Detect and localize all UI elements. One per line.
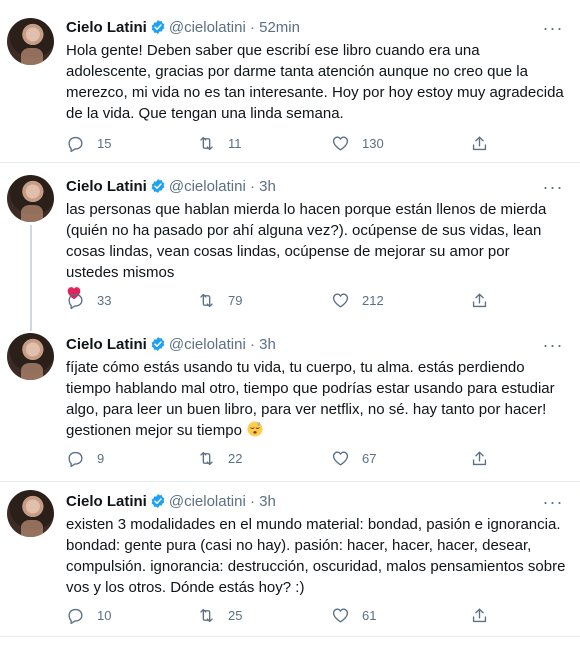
- reply-button[interactable]: 15: [66, 133, 111, 153]
- timestamp[interactable]: 3h: [259, 336, 276, 353]
- tweet-header: Cielo Latini @cielolatini · 3h: [66, 492, 276, 511]
- separator-dot: ·: [249, 19, 255, 36]
- reply-count: 9: [97, 450, 105, 466]
- display-name[interactable]: Cielo Latini: [66, 19, 147, 36]
- sleeping-face-icon: z: [247, 421, 263, 437]
- retweet-button[interactable]: 79: [197, 290, 242, 310]
- like-count: 130: [362, 135, 384, 151]
- tweet-feed: Cielo Latini @cielolatini · 52min ··· Hol…: [0, 0, 580, 647]
- user-handle[interactable]: @cielolatini: [169, 178, 246, 195]
- retweet-button[interactable]: 25: [197, 605, 242, 625]
- timestamp[interactable]: 3h: [259, 178, 276, 195]
- user-handle[interactable]: @cielolatini: [169, 19, 246, 36]
- heart-icon: [332, 607, 349, 623]
- heart-icon: [332, 135, 349, 151]
- tweet-text-content: existen 3 modalidades en el mundo materi…: [66, 516, 566, 596]
- retweet-icon: [200, 136, 213, 150]
- reply-icon: [68, 293, 83, 309]
- separator-dot: ·: [249, 336, 255, 353]
- timestamp[interactable]: 52min: [259, 19, 300, 36]
- heart-icon: [332, 450, 349, 466]
- reply-button[interactable]: 10: [66, 605, 111, 625]
- like-count: 67: [362, 450, 377, 466]
- verified-badge-icon: [151, 20, 165, 34]
- share-icon: [472, 135, 487, 150]
- tweet-text: existen 3 modalidades en el mundo materi…: [66, 514, 566, 598]
- tweet[interactable]: Cielo Latini @cielolatini · 52min ··· Hol…: [0, 0, 580, 163]
- avatar[interactable]: [7, 490, 54, 537]
- tweet[interactable]: Cielo Latini @cielolatini · 3h ··· existe…: [0, 482, 580, 637]
- tweet-header: Cielo Latini @cielolatini · 52min: [66, 18, 300, 37]
- reply-icon: [68, 136, 83, 152]
- tweet-header: Cielo Latini @cielolatini · 3h: [66, 177, 276, 196]
- share-icon: [472, 450, 487, 465]
- tweet-text: fíjate cómo estás usando tu vida, tu cue…: [66, 357, 566, 441]
- svg-text:z: z: [257, 421, 260, 427]
- share-icon: [472, 292, 487, 307]
- thread-line: [30, 225, 32, 323]
- retweet-icon: [200, 451, 213, 465]
- display-name[interactable]: Cielo Latini: [66, 178, 147, 195]
- tweet-header: Cielo Latini @cielolatini · 3h: [66, 335, 276, 354]
- like-button[interactable]: 67: [331, 448, 376, 468]
- timestamp[interactable]: 3h: [259, 493, 276, 510]
- like-count: 212: [362, 292, 384, 308]
- retweet-button[interactable]: 22: [197, 448, 242, 468]
- user-handle[interactable]: @cielolatini: [169, 336, 246, 353]
- reply-count: 33: [97, 292, 112, 308]
- like-button[interactable]: 61: [331, 605, 376, 625]
- tweet-actions: 33 79 212: [66, 290, 496, 310]
- separator-dot: ·: [249, 493, 255, 510]
- reply-icon: [68, 451, 83, 467]
- thread-line: [30, 323, 32, 331]
- avatar[interactable]: [7, 333, 54, 380]
- verified-badge-icon: [151, 337, 165, 351]
- like-count: 61: [362, 607, 377, 623]
- avatar[interactable]: [7, 175, 54, 222]
- tweet-actions: 10 25 61: [66, 605, 496, 625]
- tweet[interactable]: Cielo Latini @cielolatini · 3h ··· fíjate…: [0, 323, 580, 482]
- display-name[interactable]: Cielo Latini: [66, 336, 147, 353]
- retweet-count: 25: [228, 607, 243, 623]
- reply-icon: [68, 608, 83, 624]
- avatar[interactable]: [7, 18, 54, 65]
- tweet-actions: 9 22 67: [66, 448, 496, 468]
- retweet-count: 11: [228, 135, 242, 151]
- tweet-text: las personas que hablan mierda lo hacen …: [66, 199, 566, 304]
- share-button[interactable]: [470, 133, 489, 153]
- tweet-text: Hola gente! Deben saber que escribí ese …: [66, 40, 566, 124]
- retweet-icon: [200, 608, 213, 622]
- tweet[interactable]: Cielo Latini @cielolatini · 3h ··· las pe…: [0, 163, 580, 323]
- reply-count: 15: [97, 135, 112, 151]
- more-options-icon[interactable]: ···: [540, 178, 566, 201]
- tweet-text-content: fíjate cómo estás usando tu vida, tu cue…: [66, 359, 555, 439]
- retweet-count: 79: [228, 292, 243, 308]
- more-options-icon[interactable]: ···: [540, 336, 566, 359]
- tweet-actions: 15 11 130: [66, 133, 496, 153]
- separator-dot: ·: [249, 178, 255, 195]
- tweet-text-content: Hola gente! Deben saber que escribí ese …: [66, 42, 564, 122]
- retweet-button[interactable]: 11: [197, 133, 242, 153]
- share-button[interactable]: [470, 605, 489, 625]
- user-handle[interactable]: @cielolatini: [169, 493, 246, 510]
- retweet-count: 22: [228, 450, 243, 466]
- reply-button[interactable]: 9: [66, 448, 104, 468]
- verified-badge-icon: [151, 494, 165, 508]
- share-button[interactable]: [470, 290, 489, 310]
- tweet-text-content: las personas que hablan mierda lo hacen …: [66, 201, 547, 281]
- like-button[interactable]: 212: [331, 290, 384, 310]
- share-icon: [472, 607, 487, 622]
- reply-count: 10: [97, 607, 112, 623]
- heart-icon: [332, 292, 349, 308]
- display-name[interactable]: Cielo Latini: [66, 493, 147, 510]
- share-button[interactable]: [470, 448, 489, 468]
- reply-button[interactable]: 33: [66, 290, 111, 310]
- like-button[interactable]: 130: [331, 133, 384, 153]
- more-options-icon[interactable]: ···: [540, 493, 566, 516]
- more-options-icon[interactable]: ···: [540, 19, 566, 42]
- retweet-icon: [200, 293, 213, 307]
- verified-badge-icon: [151, 179, 165, 193]
